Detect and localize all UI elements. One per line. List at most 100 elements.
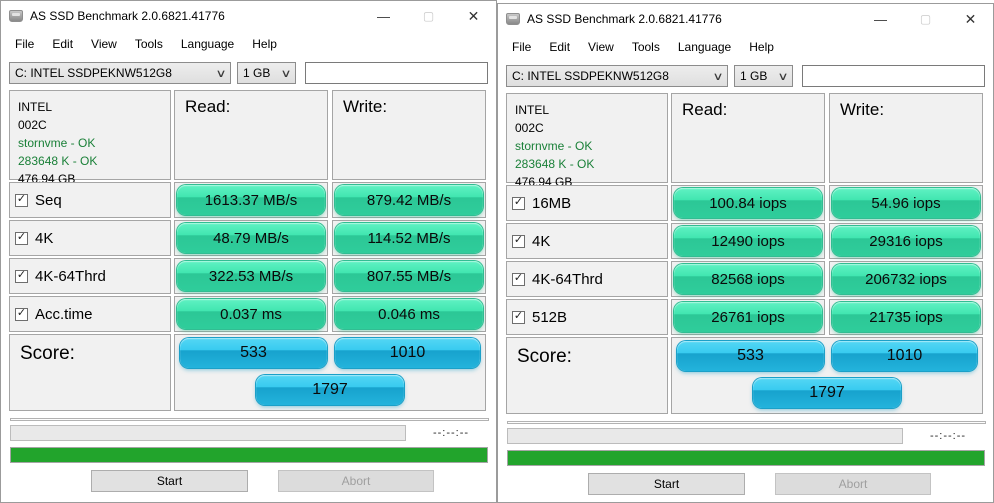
bench-row-512b: ✓ 512B 26761 iops 21735 iops [506,299,985,335]
test-label: Seq [35,192,62,209]
drive-combobox-value: C: INTEL SSDPEKNW512G8 [512,69,669,83]
test-checkbox[interactable]: ✓ [15,194,28,207]
overall-progressbar [10,447,488,463]
test-size-combobox[interactable]: 1 GB ∨ [237,62,296,84]
test-label: 512B [532,309,567,326]
app-drive-icon [506,13,520,25]
test-checkbox[interactable]: ✓ [15,232,28,245]
time-progressbar [10,425,406,441]
test-label: 4K-64Thrd [35,268,106,285]
test-label-cell: ✓ Seq [9,182,171,218]
buttons-row: Start Abort [91,470,496,492]
menu-edit[interactable]: Edit [540,37,579,57]
menu-view[interactable]: View [82,34,126,54]
score-total-pill: 1797 [753,378,901,408]
write-result-pill: 54.96 iops [832,188,980,218]
menu-view[interactable]: View [579,37,623,57]
test-checkbox[interactable]: ✓ [512,311,525,324]
titlebar: AS SSD Benchmark 2.0.6821.41776 — ▢ ✕ [1,1,496,31]
menu-file[interactable]: File [6,34,43,54]
menu-tools[interactable]: Tools [623,37,669,57]
alignment-status: 283648 K - OK [515,155,667,173]
score-total-pill: 1797 [256,375,404,405]
toolbar-textbox[interactable] [305,62,488,84]
window-title: AS SSD Benchmark 2.0.6821.41776 [527,12,722,26]
mini-progressbar [10,418,489,421]
read-result-pill: 48.79 MB/s [177,223,325,253]
write-result-pill: 206732 iops [832,264,980,294]
test-label-cell: ✓ 512B [506,299,668,335]
score-label: Score: [506,337,668,414]
test-checkbox[interactable]: ✓ [512,235,525,248]
menu-help[interactable]: Help [740,37,783,57]
score-read-pill: 533 [677,341,824,371]
menu-language[interactable]: Language [669,37,740,57]
time-remaining-label: --:--:-- [406,427,496,439]
drive-combobox[interactable]: C: INTEL SSDPEKNW512G8 ∨ [506,65,728,87]
bench-row-16mb: ✓ 16MB 100.84 iops 54.96 iops [506,185,985,221]
read-result-pill: 322.53 MB/s [177,261,325,291]
minimize-button[interactable]: — [361,1,406,31]
start-button[interactable]: Start [91,470,248,492]
write-header: Write: [829,93,983,183]
check-icon: ✓ [514,197,523,208]
write-result-pill: 0.046 ms [335,299,483,329]
score-row: Score: 533 1010 1797 [506,337,985,414]
abort-button[interactable]: Abort [278,470,434,492]
bench-row-4k64: ✓ 4K-64Thrd 322.53 MB/s 807.55 MB/s [9,258,488,294]
menu-tools[interactable]: Tools [126,34,172,54]
menu-help[interactable]: Help [243,34,286,54]
menu-file[interactable]: File [503,37,540,57]
test-label: 16MB [532,195,571,212]
score-read-pill: 533 [180,338,327,368]
score-label: Score: [9,334,171,411]
test-size-value: 1 GB [243,66,270,80]
check-icon: ✓ [17,308,26,319]
bench-row-4k64: ✓ 4K-64Thrd 82568 iops 206732 iops [506,261,985,297]
app-drive-icon [9,10,23,22]
test-label: 4K-64Thrd [532,271,603,288]
write-result-pill: 29316 iops [832,226,980,256]
time-remaining-label: --:--:-- [903,430,993,442]
test-checkbox[interactable]: ✓ [512,197,525,210]
drive-combobox-value: C: INTEL SSDPEKNW512G8 [15,66,172,80]
toolbar-textbox[interactable] [802,65,985,87]
window-title: AS SSD Benchmark 2.0.6821.41776 [30,9,225,23]
drive-info-panel: INTEL 002C stornvme - OK 283648 K - OK 4… [506,93,668,183]
drive-model: INTEL [18,98,170,116]
minimize-button[interactable]: — [858,4,903,34]
score-pills: 533 1010 1797 [174,334,486,411]
driver-status: stornvme - OK [18,134,170,152]
test-size-combobox[interactable]: 1 GB ∨ [734,65,793,87]
close-button[interactable]: ✕ [451,1,496,31]
write-result-pill: 879.42 MB/s [335,185,483,215]
start-button[interactable]: Start [588,473,745,495]
menu-language[interactable]: Language [172,34,243,54]
drive-combobox[interactable]: C: INTEL SSDPEKNW512G8 ∨ [9,62,231,84]
caption-buttons: — ▢ ✕ [858,4,993,34]
test-label-cell: ✓ Acc.time [9,296,171,332]
maximize-button[interactable]: ▢ [903,4,948,34]
write-result-pill: 21735 iops [832,302,980,332]
read-result-pill: 26761 iops [674,302,822,332]
check-icon: ✓ [17,232,26,243]
progress-row: --:--:-- [507,428,993,444]
write-result-pill: 114.52 MB/s [335,223,483,253]
test-checkbox[interactable]: ✓ [15,308,28,321]
bench-row-acctime: ✓ Acc.time 0.037 ms 0.046 ms [9,296,488,332]
read-result-pill: 12490 iops [674,226,822,256]
menu-edit[interactable]: Edit [43,34,82,54]
drive-model: INTEL [515,101,667,119]
check-icon: ✓ [514,235,523,246]
drive-firmware: 002C [515,119,667,137]
read-result-pill: 100.84 iops [674,188,822,218]
test-checkbox[interactable]: ✓ [15,270,28,283]
benchmark-window-mbs: AS SSD Benchmark 2.0.6821.41776 — ▢ ✕ Fi… [0,0,497,503]
close-button[interactable]: ✕ [948,4,993,34]
write-result-pill: 807.55 MB/s [335,261,483,291]
buttons-row: Start Abort [588,473,993,495]
driver-status: stornvme - OK [515,137,667,155]
abort-button[interactable]: Abort [775,473,931,495]
maximize-button[interactable]: ▢ [406,1,451,31]
test-checkbox[interactable]: ✓ [512,273,525,286]
